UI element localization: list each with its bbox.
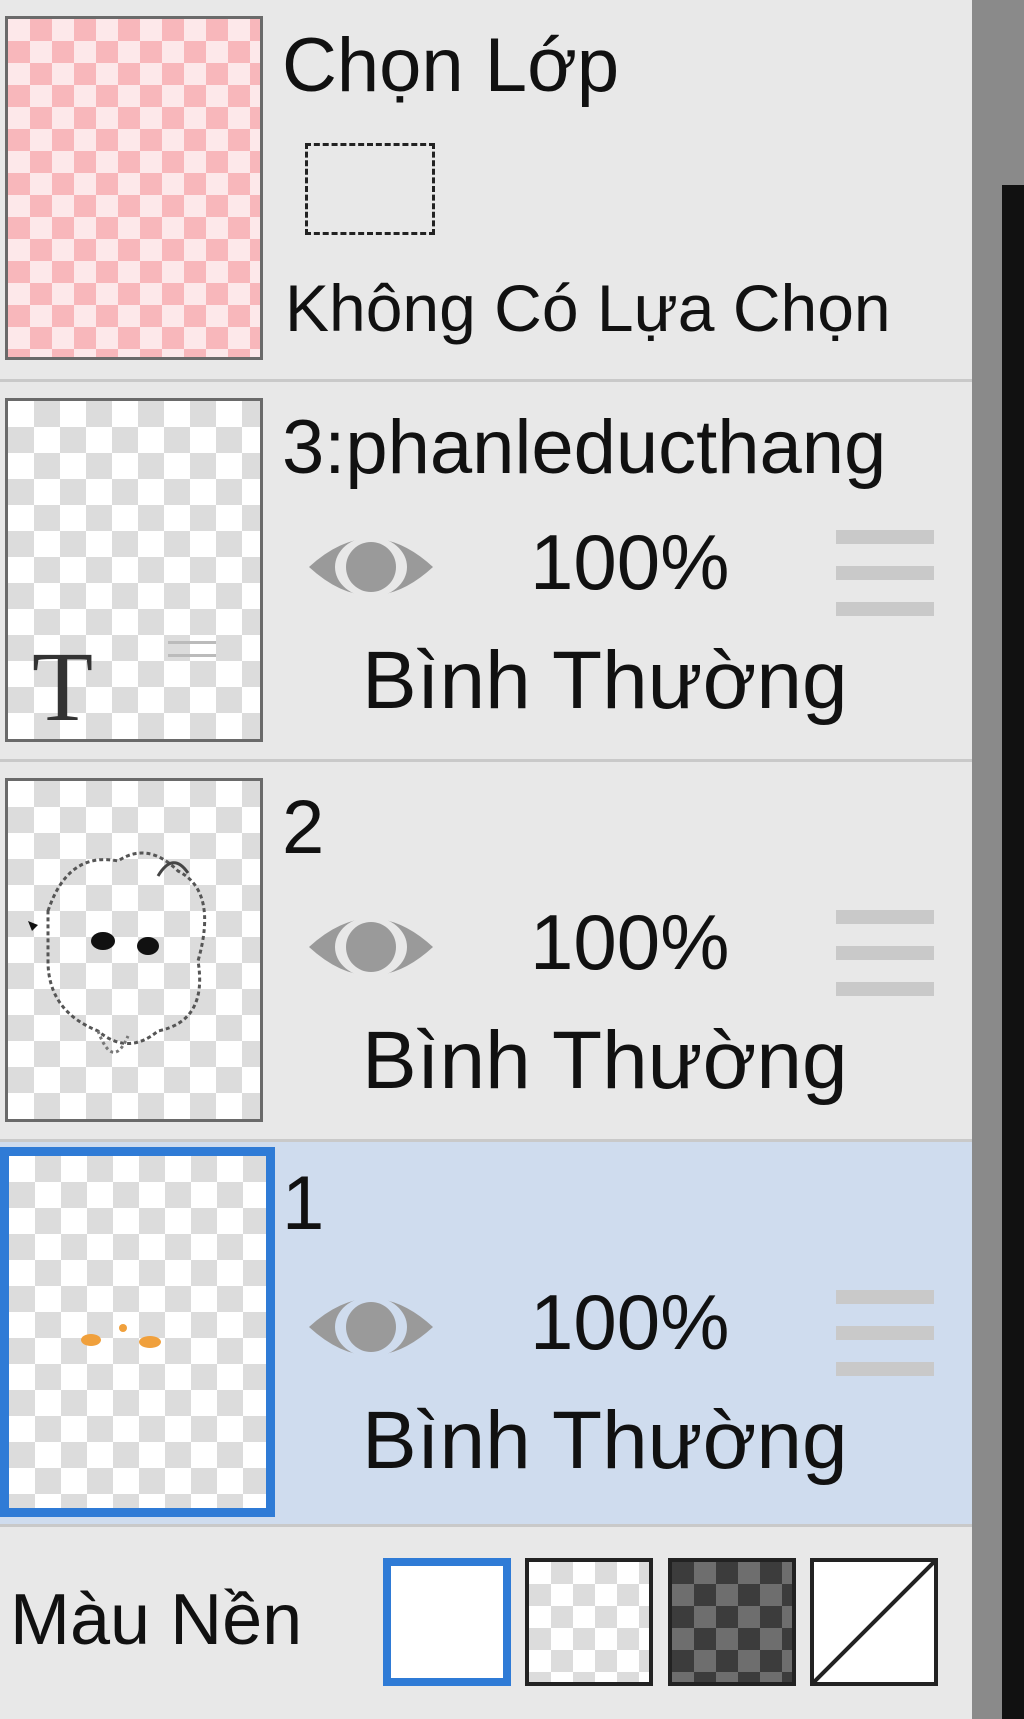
layer-thumbnail-2 (5, 778, 263, 1122)
bg-none-swatch[interactable] (810, 1558, 938, 1686)
canvas-scrollbar[interactable] (972, 0, 1024, 1719)
orange-dot (81, 1334, 101, 1346)
layer-row-2[interactable]: 2 100% Bình Thường (0, 762, 972, 1142)
bg-white-swatch[interactable] (383, 1558, 511, 1686)
layer-opacity-1[interactable]: 100% (530, 1277, 730, 1368)
orange-dot (139, 1336, 161, 1348)
layer-thumbnail-1 (0, 1147, 275, 1517)
layer-thumbnail-3: T (5, 398, 263, 742)
drag-handle-icon[interactable] (836, 1290, 934, 1376)
eye-icon[interactable] (305, 522, 437, 612)
drag-handle-icon[interactable] (836, 530, 934, 616)
background-color-label: Màu Nền (10, 1580, 303, 1660)
layer-opacity-3[interactable]: 100% (530, 517, 730, 608)
drag-handle-icon[interactable] (836, 910, 934, 996)
layer-opacity-2[interactable]: 100% (530, 897, 730, 988)
selection-layer-title: Chọn Lớp (282, 23, 620, 108)
eye-icon[interactable] (305, 1282, 437, 1372)
layer-row-1[interactable]: 1 100% Bình Thường (0, 1142, 972, 1527)
orange-dot (119, 1324, 127, 1332)
bg-transparent-light-swatch[interactable] (525, 1558, 653, 1686)
sketch-drawing-image (28, 851, 207, 1054)
layer-row-3[interactable]: T 3:phanleducthang 100% Bình Thường (0, 382, 972, 762)
layer-blend-mode-3[interactable]: Bình Thường (362, 634, 848, 728)
scrollbar-track (1002, 185, 1024, 1719)
layer-blend-mode-2[interactable]: Bình Thường (362, 1014, 848, 1108)
selection-layer-row[interactable]: Chọn Lớp Không Có Lựa Chọn (0, 0, 972, 382)
layer-name-2: 2 (282, 785, 325, 870)
text-layer-lines (168, 641, 216, 657)
selection-marquee-icon (305, 143, 435, 235)
selection-layer-thumbnail (5, 16, 263, 360)
background-color-bar: Màu Nền (0, 1531, 972, 1719)
bg-transparent-dark-swatch[interactable] (668, 1558, 796, 1686)
layer-name-3: 3:phanleducthang (282, 405, 887, 490)
layer-name-1: 1 (282, 1161, 325, 1246)
text-layer-icon: T (32, 631, 94, 742)
selection-status: Không Có Lựa Chọn (285, 271, 891, 345)
layer-blend-mode-1[interactable]: Bình Thường (362, 1394, 848, 1488)
eye-icon[interactable] (305, 902, 437, 992)
layers-panel: Chọn Lớp Không Có Lựa Chọn T 3:phanleduc… (0, 0, 972, 1719)
